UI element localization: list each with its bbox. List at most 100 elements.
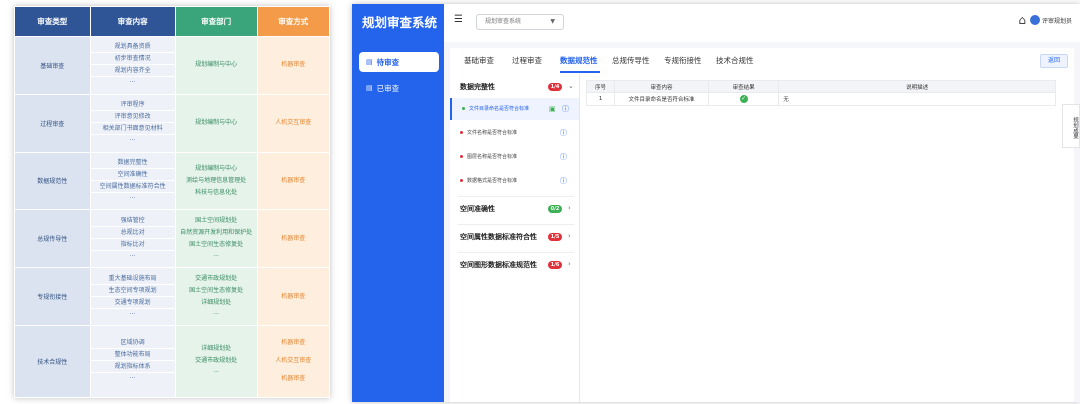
planning-review-app: 规划审查系统 ▤ 待审查 ▤ 已审查 ☰ 规划审查系统 ▼ ⌂ 评审规划员 基础… [352, 4, 1080, 402]
review-dept-item: ··· [213, 369, 219, 377]
group-data-completeness[interactable]: 数据完整性 1/4 ⌄ [460, 82, 574, 96]
review-content-item: 相关部门书面意见材料 [90, 123, 175, 136]
plan-results-drawer-toggle[interactable]: 规划成果 [1062, 104, 1080, 148]
content-panel: 数据完整性 1/4 ⌄ 文件目录命名是否符合标准 ▣ ⓘ 文件名称是否符合标准 … [450, 74, 1074, 402]
result-cell: ✓ [707, 92, 780, 106]
list-item-label: 文件名称是否符合标准 [467, 130, 518, 136]
review-method-item: 人机交互审查 [275, 119, 312, 127]
status-dot [460, 179, 463, 182]
group-spatial-accuracy[interactable]: 空间准确性 0/2 › [460, 204, 574, 218]
menu-toggle-icon[interactable]: ☰ [454, 14, 464, 25]
check-circle-icon: ✓ [739, 95, 748, 103]
return-button[interactable]: 返回 [1040, 54, 1068, 68]
review-dept-item: 自然资源开发利用和保护处 [180, 228, 253, 236]
chevron-right-icon: › [568, 260, 571, 268]
review-content-item: 规划具备资质 [90, 41, 175, 54]
review-dept-cell: 规划编制与中心 测绘与地理信息管理处 科技与信息化处 [174, 151, 258, 211]
list-item-label: 文件目录命名是否符合标准 [469, 106, 530, 112]
avatar[interactable] [1030, 15, 1040, 25]
review-dept-item: 交通市政规划处 [195, 274, 238, 282]
info-icon[interactable]: ⓘ [562, 98, 569, 120]
result-table: 序号 审查内容 审查结果 说明描述 1 文件目录命名是否符合标准 ✓ 无 [585, 80, 1056, 106]
doc-icon[interactable]: ▣ [549, 98, 556, 120]
result-content: 文件目录命名是否符合标准 [614, 92, 709, 106]
tab-tech-compliance[interactable]: 技术合规性 [716, 55, 754, 66]
status-dot [462, 107, 465, 110]
divider [458, 224, 574, 225]
review-content-cell: 规划具备资质 初步审查情况 规划内容齐全 ··· [89, 36, 176, 95]
table-row: 基础审查 规划具备资质 初步审查情况 规划内容齐全 ··· 规划编制与中心 机器审查 [14, 36, 331, 95]
tab-master-plan[interactable]: 总规传导性 [612, 55, 650, 66]
list-item[interactable]: 数据格式是否符合标准 ⓘ [450, 170, 579, 192]
review-dept-item: 国土空间生态修复处 [189, 286, 244, 294]
review-content-item: 规划指标体系 [90, 361, 175, 374]
review-method-cell: 机器审查 [256, 36, 331, 95]
app-title: 规划审查系统 [362, 15, 438, 30]
review-content-item: 评审程序 [90, 99, 175, 112]
tab-active-indicator [560, 71, 600, 73]
sidebar-item-label: 待审查 [376, 57, 400, 67]
review-content-item: 生态空间专项规划 [90, 285, 175, 297]
sidebar-item-label: 已审查 [376, 83, 400, 93]
review-content-item: ··· [129, 375, 136, 383]
review-content-cell: 重大基础设施布局 生态空间专项规划 交通专项规划 ··· [89, 267, 176, 326]
list-item[interactable]: 文件目录命名是否符合标准 ▣ ⓘ [450, 98, 579, 120]
tab-special-plan[interactable]: 专规衔接性 [664, 55, 702, 66]
list-item[interactable]: 图层名称是否符合标准 ⓘ [450, 146, 579, 168]
review-content-item: 交通专项规划 [90, 297, 175, 309]
sidebar-item-pending[interactable]: ▤ 待审查 [359, 52, 439, 72]
review-dept-item: 规划编制与中心 [195, 61, 238, 69]
table-row[interactable]: 1 文件目录命名是否符合标准 ✓ 无 [585, 92, 1056, 106]
review-content-cell: 数据完整性 空间准确性 空间属性数据标准符合性 ··· [89, 151, 176, 211]
system-select[interactable]: 规划审查系统 ▼ [476, 14, 564, 30]
tab-data-standard[interactable]: 数据规范性 [560, 55, 598, 66]
header-review-dept: 审查部门 [174, 6, 258, 37]
review-method-item: 机器审查 [281, 61, 306, 69]
review-content-item: ··· [129, 252, 136, 260]
review-content-cell: 强结管控 总规比对 指标比对 ··· [89, 209, 176, 269]
group-label: 空间准确性 [460, 205, 495, 213]
doc-icon: ▤ [366, 58, 373, 66]
info-icon[interactable]: ⓘ [560, 170, 567, 192]
review-dept-item: 测绘与地理信息管理处 [186, 176, 247, 184]
list-item-label: 图层名称是否符合标准 [467, 154, 518, 160]
review-content-item: ··· [129, 137, 136, 145]
tab-process-review[interactable]: 过程审查 [512, 55, 542, 66]
review-dept-item: 规划编制与中心 [195, 119, 238, 127]
sidebar-item-reviewed[interactable]: ▤ 已审查 [359, 78, 439, 98]
review-dept-item: 详细规划处 [201, 298, 232, 306]
result-header-result: 审查结果 [707, 80, 780, 93]
doc-icon: ▤ [366, 84, 373, 92]
review-content-item: ··· [129, 310, 136, 318]
review-dept-cell: 详细规划处 交通市政规划处 ··· [174, 324, 258, 399]
review-content-item: 总规比对 [90, 227, 175, 239]
review-content-item: 初步审查情况 [90, 53, 175, 66]
review-method-item: 机器审查 [281, 375, 306, 383]
group-graphic-standard[interactable]: 空间图形数据标准规范性 1/6 › [460, 260, 574, 274]
result-header-index: 序号 [585, 80, 616, 93]
info-icon[interactable]: ⓘ [560, 122, 567, 144]
review-type-cell: 专规衔接性 [14, 267, 91, 326]
review-method-cell: 机器审查 [256, 209, 331, 269]
sidebar: 规划审查系统 ▤ 待审查 ▤ 已审查 [352, 4, 444, 402]
tab-basic-review[interactable]: 基础审查 [464, 55, 494, 66]
status-badge: 1/5 [548, 233, 562, 241]
table-row: 技术合规性 区域协调 整体功能布局 规划指标体系 ··· 详细规划处 交通市政规划处 ··· 机… [14, 324, 331, 399]
review-content-item: 评审意见修改 [90, 111, 175, 124]
header-review-type: 审查类型 [14, 6, 91, 37]
review-method-cell: 机器审查 [256, 267, 331, 326]
review-method-cell: 机器审查 人机交互审查 机器审查 [256, 324, 331, 399]
review-matrix-table: 审查类型 审查内容 审查部门 审查方式 基础审查 规划具备资质 初步审查情况 规划内容… [14, 6, 331, 399]
home-icon[interactable]: ⌂ [1018, 13, 1026, 27]
review-content-cell: 区域协调 整体功能布局 规划指标体系 ··· [89, 324, 176, 399]
review-dept-cell: 规划编制与中心 [174, 93, 258, 153]
review-content-item: 规划内容齐全 [90, 65, 175, 78]
info-icon[interactable]: ⓘ [560, 146, 567, 168]
user-name[interactable]: 评审规划员 [1042, 16, 1080, 25]
review-content-item: 空间属性数据标准符合性 [90, 181, 175, 193]
status-dot [460, 155, 463, 158]
list-item[interactable]: 文件名称是否符合标准 ⓘ [450, 122, 579, 144]
group-attribute-standard[interactable]: 空间属性数据标准符合性 1/5 › [460, 232, 574, 246]
review-dept-item: 国土空间规划处 [195, 216, 238, 224]
review-type-cell: 技术合规性 [14, 324, 91, 399]
